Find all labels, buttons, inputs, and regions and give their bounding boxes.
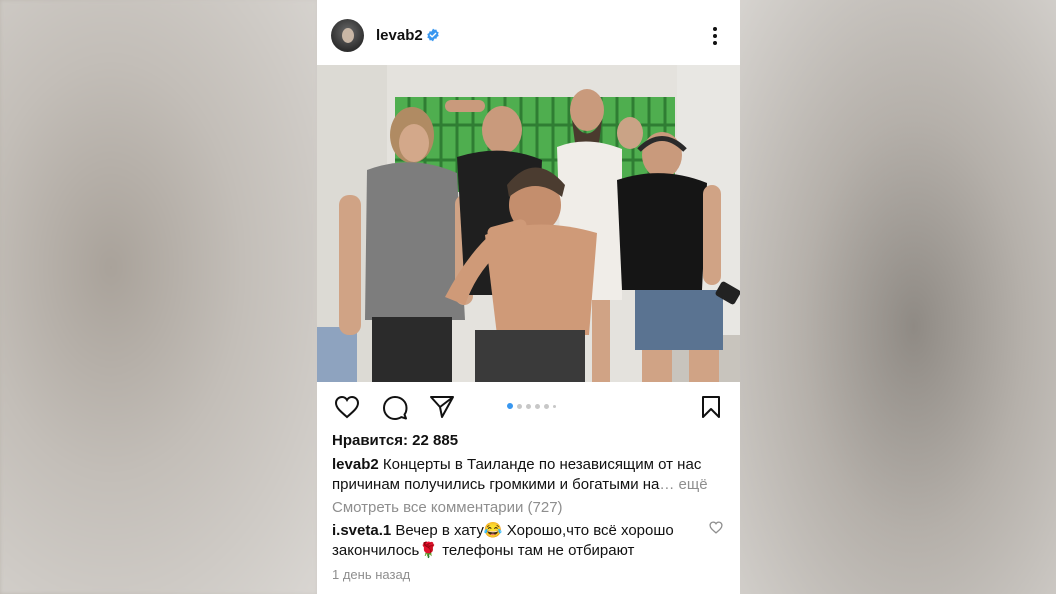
avatar-face — [342, 28, 354, 43]
post-header: levab2 — [317, 0, 740, 65]
photo-illustration — [317, 65, 740, 382]
post-photo[interactable] — [317, 65, 740, 382]
bookmark-icon[interactable] — [700, 395, 722, 419]
more-vertical-icon[interactable] — [705, 24, 725, 48]
carousel-dot — [535, 404, 540, 409]
caption-username[interactable]: levab2 — [332, 456, 379, 473]
verified-badge-icon — [427, 28, 439, 42]
send-icon[interactable] — [429, 395, 455, 419]
caption-text: Концерты в Таиланде по независящим от на… — [332, 456, 702, 493]
comment-item: i.sveta.1 Вечер в хату😂 Хорошо,что всё х… — [332, 521, 702, 561]
post-timestamp: 1 день назад — [332, 567, 411, 582]
carousel-dot — [553, 405, 556, 408]
view-all-comments-link[interactable]: Смотреть все комментарии (727) — [332, 499, 563, 516]
comment-like-heart-icon[interactable] — [709, 521, 723, 534]
carousel-dot — [526, 404, 531, 409]
post-username[interactable]: levab2 — [376, 27, 423, 44]
post-caption: levab2 Концерты в Таиланде по независящи… — [332, 455, 727, 495]
heart-icon[interactable] — [334, 395, 360, 419]
likes-count[interactable]: Нравится: 22 885 — [332, 432, 458, 449]
caption-more-link[interactable]: … ещё — [659, 476, 707, 493]
background-left — [0, 0, 317, 594]
comment-icon[interactable] — [382, 395, 408, 421]
carousel-dot — [544, 404, 549, 409]
background-right — [740, 0, 1056, 594]
carousel-dot-active — [507, 403, 513, 409]
comment-username[interactable]: i.sveta.1 — [332, 522, 391, 539]
instagram-post: levab2 Нравится: 22 885 levab2 Концерты … — [317, 0, 740, 594]
carousel-dot — [517, 404, 522, 409]
avatar[interactable] — [331, 19, 364, 52]
